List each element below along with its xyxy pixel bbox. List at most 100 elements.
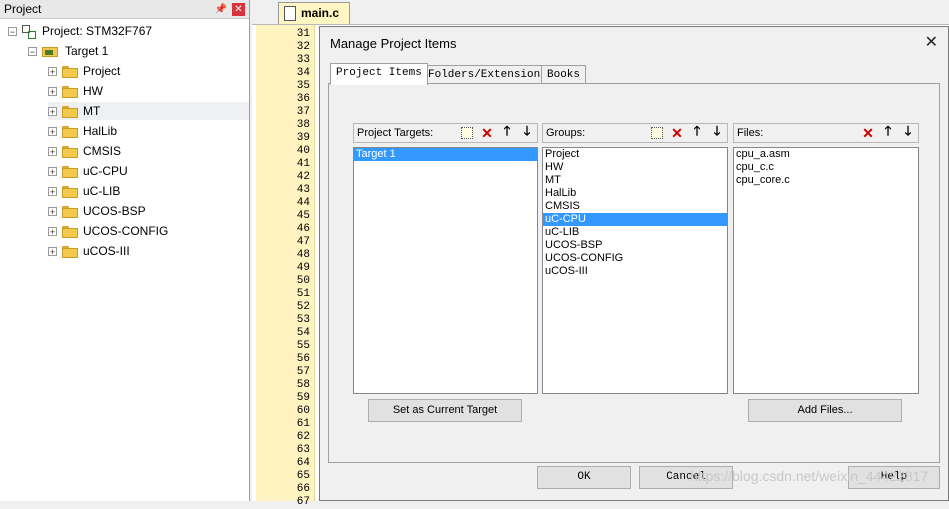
project-panel-title: Project: [4, 2, 42, 16]
list-item[interactable]: uCOS-III: [543, 265, 727, 278]
project-panel: Project 📌 ✕ − Project: STM32F767 − Target …: [0, 0, 250, 501]
tree-group-item[interactable]: + UCOS-CONFIG: [48, 222, 249, 240]
project-icon: [22, 24, 38, 39]
tab-main-c[interactable]: main.c: [278, 2, 350, 24]
new-group-icon[interactable]: [647, 124, 667, 142]
dialog-close-icon[interactable]: ✕: [925, 33, 938, 53]
tree-group-item[interactable]: + CMSIS: [48, 142, 249, 160]
list-item[interactable]: MT: [543, 174, 727, 187]
line-number: 45: [296, 210, 310, 222]
tree-group-label: uC-LIB: [83, 184, 121, 198]
project-targets-header: Project Targets: ✕ 🡑 🡓: [353, 123, 538, 143]
line-number: 63: [296, 444, 310, 456]
set-current-target-button[interactable]: Set as Current Target: [368, 399, 522, 422]
tree-group-item[interactable]: + uC-LIB: [48, 182, 249, 200]
expand-icon[interactable]: +: [48, 187, 57, 197]
file-icon: [284, 6, 296, 21]
list-item[interactable]: cpu_a.asm: [734, 148, 918, 161]
expand-icon[interactable]: +: [48, 247, 57, 257]
tab-page-project-items: Project Targets: ✕ 🡑 🡓 Target 1 Groups: …: [328, 83, 940, 463]
files-list[interactable]: cpu_a.asm cpu_c.c cpu_core.c: [733, 147, 919, 394]
tree-root-project[interactable]: − Project: STM32F767: [8, 22, 152, 40]
expand-icon[interactable]: +: [48, 107, 57, 117]
tab-project-items[interactable]: Project Items: [330, 63, 428, 85]
list-item[interactable]: uC-CPU: [543, 213, 727, 226]
list-item[interactable]: cpu_c.c: [734, 161, 918, 174]
line-number: 50: [296, 275, 310, 287]
tree-group-label: MT: [83, 104, 101, 118]
line-number: 60: [296, 405, 310, 417]
line-number: 67: [296, 496, 310, 508]
expand-icon[interactable]: +: [48, 167, 57, 177]
project-targets-list[interactable]: Target 1: [353, 147, 538, 394]
expand-icon[interactable]: +: [48, 67, 57, 77]
tree-group-item[interactable]: + HalLib: [48, 122, 249, 140]
delete-icon[interactable]: ✕: [667, 124, 687, 142]
tab-books[interactable]: Books: [541, 65, 587, 85]
files-header: Files: ✕ 🡑 🡓: [733, 123, 919, 143]
line-number: 56: [296, 353, 310, 365]
tree-group-label: UCOS-CONFIG: [83, 224, 169, 238]
new-target-icon[interactable]: [457, 124, 477, 142]
pin-icon[interactable]: 📌: [214, 4, 228, 15]
line-number: 58: [296, 379, 310, 391]
move-down-icon[interactable]: 🡓: [707, 123, 727, 142]
expand-icon[interactable]: +: [48, 207, 57, 217]
folder-icon: [62, 85, 78, 98]
tree-group-item[interactable]: + uCOS-III: [48, 242, 249, 260]
add-files-button[interactable]: Add Files...: [748, 399, 902, 422]
collapse-icon[interactable]: −: [8, 27, 17, 37]
line-number: 61: [296, 418, 310, 430]
tab-folders-extensions[interactable]: Folders/Extensions: [422, 65, 553, 85]
delete-icon[interactable]: ✕: [477, 124, 497, 142]
line-number: 31: [296, 28, 310, 40]
line-number: 51: [296, 288, 310, 300]
move-up-icon[interactable]: 🡑: [878, 123, 898, 142]
tree-group-item[interactable]: + Project: [48, 62, 249, 80]
tree-group-label: HW: [83, 84, 103, 98]
groups-list[interactable]: Project HW MT HalLib CMSIS uC-CPU uC-LIB UCOS-B…: [542, 147, 728, 394]
line-number: 54: [296, 327, 310, 339]
expand-icon[interactable]: +: [48, 227, 57, 237]
tree-group-label: UCOS-BSP: [83, 204, 146, 218]
list-item[interactable]: CMSIS: [543, 200, 727, 213]
list-item[interactable]: HalLib: [543, 187, 727, 200]
tree-target[interactable]: − Target 1: [28, 42, 108, 60]
line-number: 64: [296, 457, 310, 469]
ok-button[interactable]: OK: [537, 466, 631, 489]
list-item[interactable]: UCOS-CONFIG: [543, 252, 727, 265]
line-number: 59: [296, 392, 310, 404]
move-down-icon[interactable]: 🡓: [517, 123, 537, 142]
list-item[interactable]: UCOS-BSP: [543, 239, 727, 252]
tree-group-item[interactable]: + uC-CPU: [48, 162, 249, 180]
tab-label: main.c: [301, 6, 340, 20]
line-number: 41: [296, 158, 310, 170]
tree-group-item[interactable]: + MT: [48, 102, 249, 120]
expand-icon[interactable]: +: [48, 87, 57, 97]
list-item[interactable]: Target 1: [354, 148, 537, 161]
folder-icon: [62, 165, 78, 178]
expand-icon[interactable]: +: [48, 147, 57, 157]
list-item[interactable]: uC-LIB: [543, 226, 727, 239]
expand-icon[interactable]: +: [48, 127, 57, 137]
list-item[interactable]: HW: [543, 161, 727, 174]
watermark: https://blog.csdn.net/weixin_44422817: [690, 468, 929, 484]
line-number: 53: [296, 314, 310, 326]
line-number: 66: [296, 483, 310, 495]
collapse-icon[interactable]: −: [28, 47, 37, 57]
tree-group-item[interactable]: + UCOS-BSP: [48, 202, 249, 220]
list-item[interactable]: Project: [543, 148, 727, 161]
close-icon[interactable]: ✕: [232, 2, 245, 16]
delete-icon[interactable]: ✕: [858, 124, 878, 142]
move-up-icon[interactable]: 🡑: [687, 123, 707, 142]
line-number: 48: [296, 249, 310, 261]
groups-label: Groups:: [546, 127, 586, 139]
tree-group-item[interactable]: + HW: [48, 82, 249, 100]
move-up-icon[interactable]: 🡑: [497, 123, 517, 142]
line-number: 42: [296, 171, 310, 183]
dialog-title: Manage Project Items: [330, 36, 457, 51]
line-number: 33: [296, 54, 310, 66]
target-icon: [42, 46, 60, 58]
move-down-icon[interactable]: 🡓: [898, 123, 918, 142]
list-item[interactable]: cpu_core.c: [734, 174, 918, 187]
